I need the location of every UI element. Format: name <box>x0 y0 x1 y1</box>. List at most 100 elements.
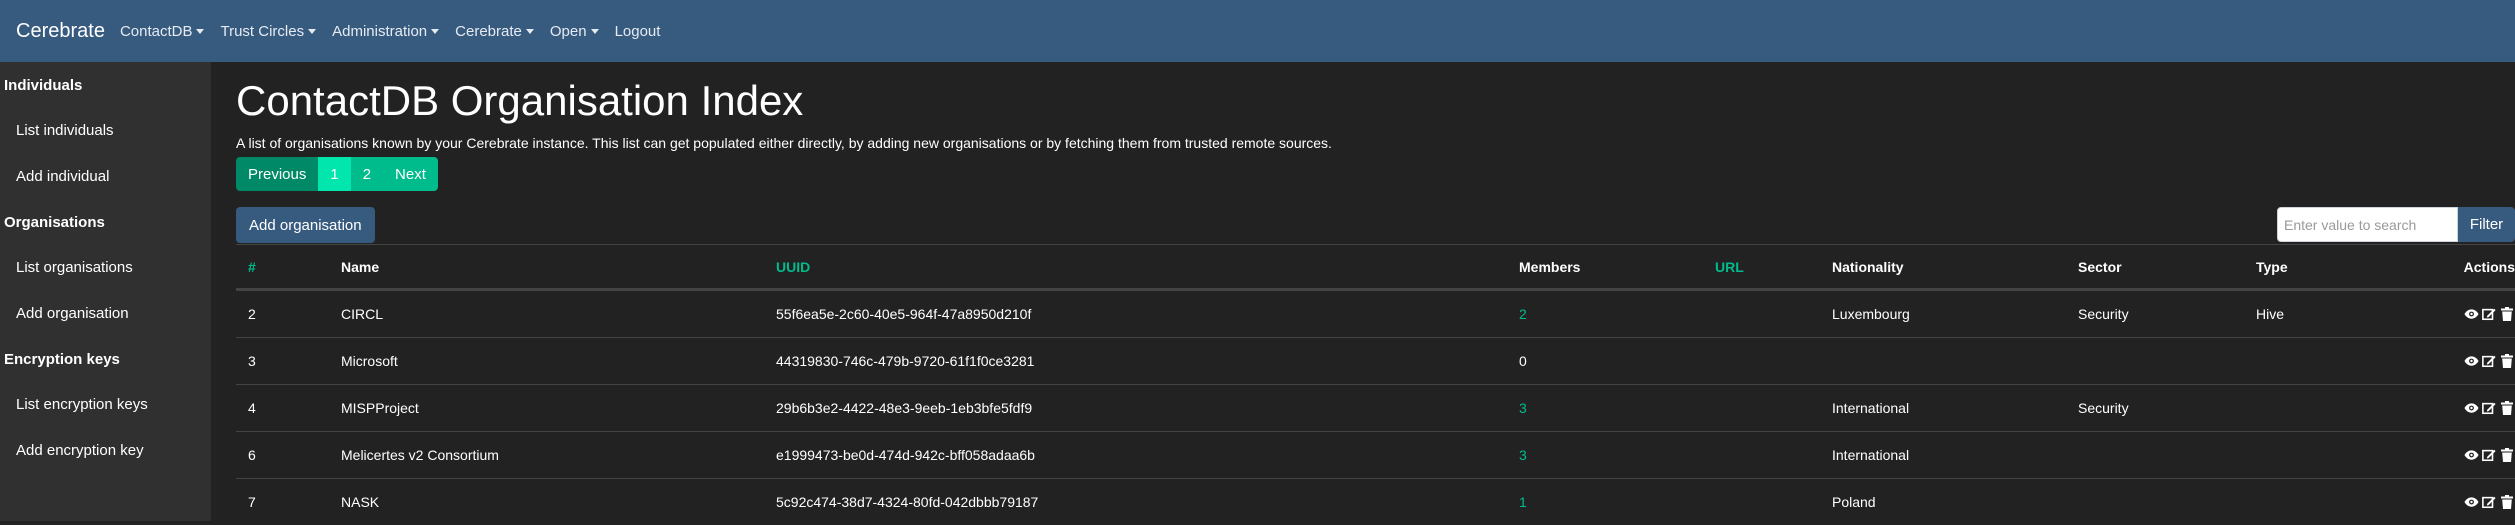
trash-icon[interactable] <box>2499 447 2515 463</box>
trash-icon[interactable] <box>2499 400 2515 416</box>
cell-members: 0 <box>1519 353 1527 369</box>
pagination-previous[interactable]: Previous <box>236 157 319 191</box>
cell-members[interactable]: 3 <box>1519 385 1527 431</box>
row-actions <box>2463 385 2515 431</box>
search-input[interactable] <box>2277 207 2458 242</box>
cell-sector: Security <box>2078 400 2129 416</box>
column-header-url[interactable]: URL <box>1715 245 1744 288</box>
column-header-members: Members <box>1519 258 1581 275</box>
nav-administration-label: Administration <box>332 22 428 40</box>
brand-link[interactable]: Cerebrate <box>16 20 105 43</box>
page-title: ContactDB Organisation Index <box>236 77 804 124</box>
sidebar-item-add-encryption-key[interactable]: Add encryption key <box>16 442 144 459</box>
add-organisation-button[interactable]: Add organisation <box>236 207 375 243</box>
trash-icon[interactable] <box>2499 306 2515 322</box>
column-header-name: Name <box>341 258 380 275</box>
column-header-sector: Sector <box>2078 258 2122 275</box>
main-content: ContactDB Organisation Index A list of o… <box>211 62 2515 521</box>
cell-uuid: 55f6ea5e-2c60-40e5-964f-47a8950d210f <box>776 306 1032 322</box>
cell-nationality: International <box>1832 447 1910 463</box>
cell-sector: Security <box>2078 306 2129 322</box>
table-row: 4 MISPProject 29b6b3e2-4422-48e3-9eeb-1eb3… <box>236 384 2515 431</box>
row-actions <box>2463 432 2515 478</box>
row-actions <box>2463 479 2515 525</box>
table-row: 6 Melicertes v2 Consortium e1999473-be0d-4… <box>236 431 2515 478</box>
row-actions <box>2463 291 2515 337</box>
cell-name: CIRCL <box>341 306 384 322</box>
cell-uuid: 29b6b3e2-4422-48e3-9eeb-1eb3bfe5fdf9 <box>776 400 1033 416</box>
table-header-row: # Name UUID Members URL Nationality Sect… <box>236 244 2515 290</box>
cell-nationality: Poland <box>1832 494 1876 510</box>
trash-icon[interactable] <box>2499 494 2515 510</box>
row-actions <box>2463 338 2515 384</box>
table-row: 7 NASK 5c92c474-38d7-4324-80fd-042dbbb7918… <box>236 478 2515 525</box>
cell-uuid: e1999473-be0d-474d-942c-bff058adaa6b <box>776 447 1035 463</box>
column-header-nationality: Nationality <box>1832 258 1904 275</box>
cell-name: MISPProject <box>341 400 419 416</box>
filter-button[interactable]: Filter <box>2458 207 2515 242</box>
nav-open[interactable]: Open <box>550 23 599 40</box>
sidebar-item-list-individuals[interactable]: List individuals <box>16 122 114 139</box>
cell-type: Hive <box>2256 306 2285 322</box>
navbar: Cerebrate ContactDB Trust Circles Admini… <box>0 0 2515 62</box>
sidebar-section-individuals: Individuals <box>4 77 83 94</box>
edit-icon[interactable] <box>2481 400 2497 416</box>
eye-icon[interactable] <box>2463 400 2479 416</box>
cell-id: 2 <box>248 306 256 322</box>
sidebar-item-list-encryption-keys[interactable]: List encryption keys <box>16 396 148 413</box>
page-description: A list of organisations known by your Ce… <box>236 135 1332 151</box>
caret-down-icon <box>525 28 534 34</box>
column-header-type: Type <box>2256 258 2288 275</box>
edit-icon[interactable] <box>2481 494 2497 510</box>
caret-down-icon <box>196 28 205 34</box>
pagination-next[interactable]: Next <box>383 157 438 191</box>
eye-icon[interactable] <box>2463 353 2479 369</box>
caret-down-icon <box>308 28 317 34</box>
pagination: Previous 1 2 Next <box>236 157 438 191</box>
sidebar-item-add-organisation[interactable]: Add organisation <box>16 305 129 322</box>
cell-members[interactable]: 2 <box>1519 291 1527 337</box>
cell-id: 6 <box>248 447 256 463</box>
eye-icon[interactable] <box>2463 306 2479 322</box>
sidebar-section-organisations: Organisations <box>4 214 105 231</box>
pagination-page-1[interactable]: 1 <box>318 157 351 191</box>
cell-nationality: International <box>1832 400 1910 416</box>
nav-trust-circles-label: Trust Circles <box>220 22 305 40</box>
nav-logout[interactable]: Logout <box>615 23 661 40</box>
nav-cerebrate[interactable]: Cerebrate <box>455 23 534 40</box>
cell-members[interactable]: 1 <box>1519 479 1527 525</box>
cell-name: Microsoft <box>341 353 398 369</box>
edit-icon[interactable] <box>2481 447 2497 463</box>
sidebar-item-list-organisations[interactable]: List organisations <box>16 259 133 276</box>
sidebar-item-add-individual[interactable]: Add individual <box>16 168 109 185</box>
table-body: 2 CIRCL 55f6ea5e-2c60-40e5-964f-47a8950d21… <box>236 290 2515 525</box>
cell-id: 4 <box>248 400 256 416</box>
trash-icon[interactable] <box>2499 353 2515 369</box>
cell-name: NASK <box>341 494 380 510</box>
nav-contactdb-label: ContactDB <box>119 22 193 40</box>
edit-icon[interactable] <box>2481 306 2497 322</box>
cell-members[interactable]: 3 <box>1519 432 1527 478</box>
nav-contactdb[interactable]: ContactDB <box>120 23 205 40</box>
column-header-id[interactable]: # <box>248 245 256 288</box>
sidebar-section-encryption-keys: Encryption keys <box>4 351 120 368</box>
caret-down-icon <box>431 28 440 34</box>
edit-icon[interactable] <box>2481 353 2497 369</box>
cell-uuid: 5c92c474-38d7-4324-80fd-042dbbb79187 <box>776 494 1039 510</box>
eye-icon[interactable] <box>2463 447 2479 463</box>
caret-down-icon <box>590 28 599 34</box>
nav-trust-circles[interactable]: Trust Circles <box>220 22 317 40</box>
cell-nationality: Luxembourg <box>1832 306 1910 322</box>
nav-administration[interactable]: Administration <box>332 22 440 40</box>
column-header-uuid[interactable]: UUID <box>776 245 810 288</box>
cell-name: Melicertes v2 Consortium <box>341 447 499 463</box>
table-row: 2 CIRCL 55f6ea5e-2c60-40e5-964f-47a8950d21… <box>236 290 2515 337</box>
cell-id: 3 <box>248 353 256 369</box>
nav-cerebrate-label: Cerebrate <box>455 22 522 40</box>
eye-icon[interactable] <box>2463 494 2479 510</box>
organisations-table: # Name UUID Members URL Nationality Sect… <box>236 244 2515 525</box>
cell-id: 7 <box>248 494 256 510</box>
table-row: 3 Microsoft 44319830-746c-479b-9720-61f1f0… <box>236 337 2515 384</box>
pagination-page-2[interactable]: 2 <box>350 157 384 191</box>
nav-open-label: Open <box>549 22 587 40</box>
